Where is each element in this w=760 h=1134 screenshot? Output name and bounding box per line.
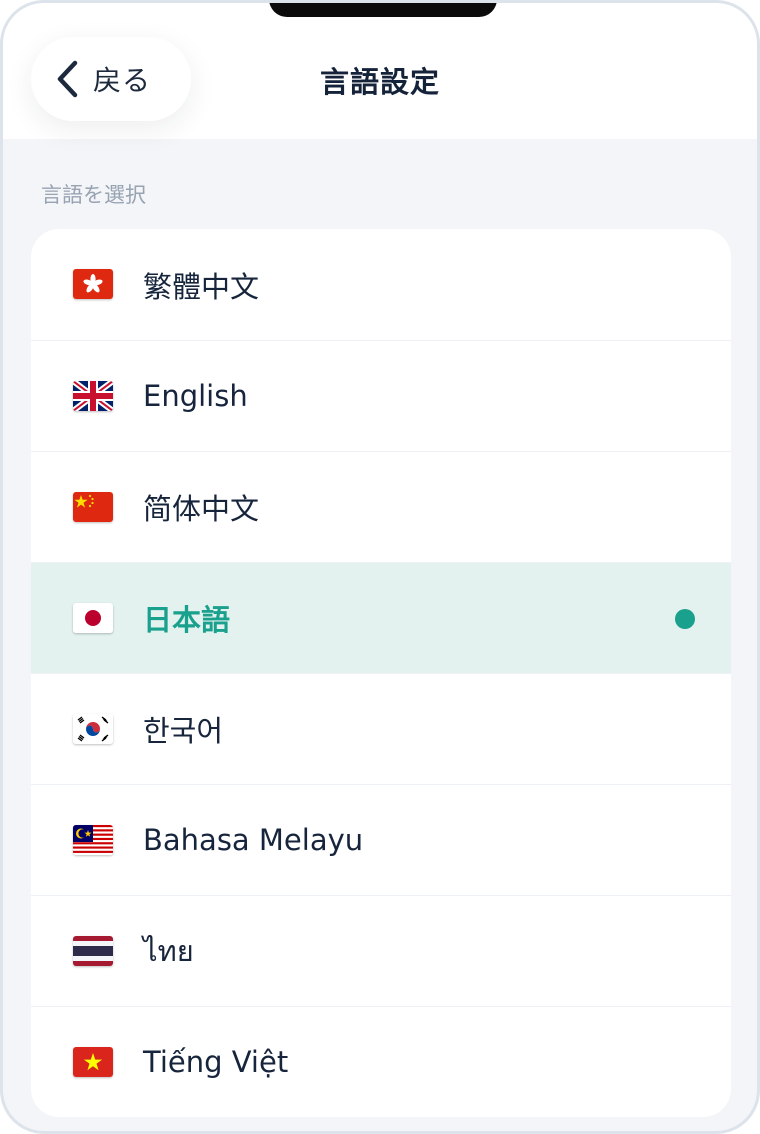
phone-frame: 戻る 言語設定 言語を選択 繁體中文 English 简体中文 日本語 한국어 … — [0, 0, 760, 1134]
language-label: Tiếng Việt — [143, 1045, 289, 1079]
language-label: 日本語 — [143, 603, 231, 637]
language-label: 繁體中文 — [143, 269, 260, 304]
page-title: 言語設定 — [319, 65, 440, 99]
thailand-flag-icon — [73, 936, 113, 966]
language-option-english[interactable]: English — [31, 340, 731, 451]
device-notch — [269, 3, 497, 17]
language-label: English — [143, 379, 248, 413]
language-list: 繁體中文 English 简体中文 日本語 한국어 Bahasa Melayu … — [31, 229, 731, 1117]
language-label: 简体中文 — [143, 492, 260, 526]
language-option-japanese[interactable]: 日本語 — [31, 562, 731, 673]
language-option-thai[interactable]: ไทย — [31, 895, 731, 1006]
south-korea-flag-icon — [73, 714, 113, 744]
section-label: 言語を選択 — [41, 183, 146, 207]
hong-kong-flag-icon — [73, 269, 113, 299]
language-label: 한국어 — [143, 714, 224, 748]
uk-flag-icon — [73, 381, 113, 411]
malaysia-flag-icon — [73, 825, 113, 855]
language-option-malay[interactable]: Bahasa Melayu — [31, 784, 731, 895]
language-option-vietnamese[interactable]: Tiếng Việt — [31, 1006, 731, 1117]
language-option-korean[interactable]: 한국어 — [31, 673, 731, 784]
vietnam-flag-icon — [73, 1047, 113, 1077]
language-label: ไทย — [143, 934, 194, 968]
language-option-simplified-chinese[interactable]: 简体中文 — [31, 451, 731, 562]
language-option-traditional-chinese[interactable]: 繁體中文 — [31, 229, 731, 340]
japan-flag-icon — [73, 603, 113, 633]
header-bar: 戻る 言語設定 — [3, 3, 757, 139]
china-flag-icon — [73, 492, 113, 522]
selected-indicator-dot — [675, 609, 695, 629]
language-label: Bahasa Melayu — [143, 823, 364, 857]
